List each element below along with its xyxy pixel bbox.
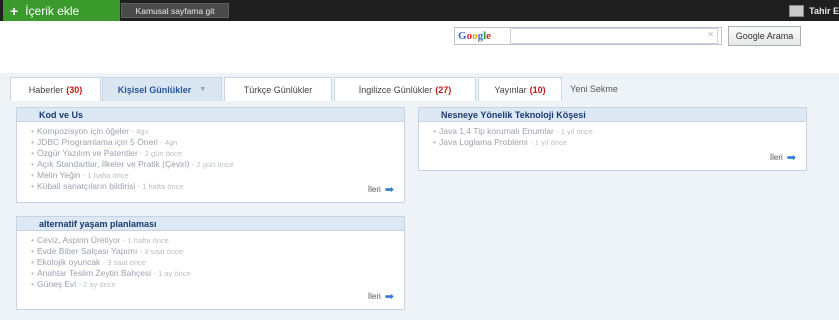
google-search-box: Google ✕ [454, 27, 722, 45]
list-item[interactable]: • Java 1.4 Tip korumalı Enumlar - 1 yıl ö… [433, 126, 806, 137]
list-item[interactable]: • Ceviz, Aspirin Üretiyor - 1 hafta önce [31, 235, 404, 246]
avatar-icon [789, 4, 805, 17]
list-item[interactable]: • Java Loglama Problemi - 1 yıl önce [433, 137, 806, 148]
feed-box-alternative-living: alternatif yaşam planlaması • Ceviz, Aspi… [16, 216, 405, 310]
list-item[interactable]: • Kübali sanatçıların bildirisi - 1 hafta… [31, 181, 404, 192]
list-item[interactable]: • Anahtar Teslim Zeytin Bahçesi - 1 ay ön… [31, 268, 404, 279]
user-name: Tahir E [809, 5, 839, 16]
tab-count: (10) [529, 84, 546, 95]
tab-new-tab[interactable]: Yeni Sekme [563, 77, 625, 101]
search-input[interactable]: ✕ [510, 28, 718, 44]
list-item[interactable]: • Açık Standartlar, İlkeler ve Pratik (Çe… [31, 159, 404, 170]
more-label: İleri [367, 292, 381, 301]
tab-label: Türkçe Günlükler [243, 84, 313, 95]
more-link[interactable]: İleri ➡ [770, 151, 796, 164]
add-content-button[interactable]: + İçerik ekle [3, 0, 120, 21]
list-item[interactable]: • Evde Biber Salçası Yapımı - 3 saat önce [31, 246, 404, 257]
tab-label: Yeni Sekme [570, 84, 618, 94]
right-arrow-icon: ➡ [384, 291, 394, 303]
tab-personal-blogs[interactable]: Kişisel Günlükler ▼ [102, 77, 222, 101]
tab-label: Haberler [28, 84, 64, 95]
list-item[interactable]: • Özgür Yazılım ve Patentler - 2 gün önce [31, 148, 404, 159]
more-label: İleri [367, 185, 381, 194]
box-title[interactable]: Kod ve Us [17, 108, 404, 122]
tab-count: (30) [66, 84, 83, 95]
list-item[interactable]: • JDBC Programlama için 5 Öneri - 4gn [31, 137, 404, 148]
more-link[interactable]: İleri ➡ [368, 290, 394, 303]
box-title[interactable]: Nesneye Yönelik Teknoloji Köşesi [419, 108, 806, 122]
more-label: İleri [769, 153, 783, 162]
right-arrow-icon: ➡ [384, 184, 394, 196]
feed-box-oop-corner: Nesneye Yönelik Teknoloji Köşesi • Java 1… [418, 107, 807, 171]
tab-publications[interactable]: Yayınlar (10) [478, 77, 562, 101]
tab-count: (27) [435, 84, 452, 95]
tab-label: Kişisel Günlükler [117, 84, 192, 95]
list-item[interactable]: • Kompozisyon için öğeler - 4gn [31, 126, 404, 137]
tab-english-blogs[interactable]: İngilizce Günlükler (27) [334, 77, 476, 101]
google-logo: Google [458, 30, 492, 42]
tab-turkish-blogs[interactable]: Türkçe Günlükler [224, 77, 332, 101]
chevron-down-icon[interactable]: ▼ [199, 86, 206, 93]
tab-news[interactable]: Haberler (30) [10, 77, 101, 101]
plus-icon: + [10, 2, 19, 19]
box-title[interactable]: alternatif yaşam planlaması [17, 217, 404, 231]
tab-label: Yayınlar [494, 84, 527, 95]
tab-bar: Haberler (30) Kişisel Günlükler ▼ Türkçe… [0, 73, 839, 102]
right-arrow-icon: ➡ [786, 152, 796, 164]
content-area: Kod ve Us • Kompozisyon için öğeler - 4gn… [0, 101, 839, 320]
feed-box-kod-ve-us: Kod ve Us • Kompozisyon için öğeler - 4gn… [16, 107, 405, 203]
list-item[interactable]: • Güneş Evi - 2 ay önce [31, 279, 404, 290]
user-menu[interactable]: Tahir E [789, 3, 839, 18]
google-search-button[interactable]: Google Arama [728, 26, 801, 46]
more-link[interactable]: İleri ➡ [368, 183, 394, 196]
list-item[interactable]: • Melin Yeğin - 1 hafta önce [31, 170, 404, 181]
add-content-label: İçerik ekle [25, 3, 80, 18]
top-bar: + İçerik ekle Kamusal sayfama git Tahir … [0, 0, 839, 21]
x-icon[interactable]: ✕ [707, 30, 714, 39]
list-item[interactable]: • Ekolojik oyuncak - 3 saat önce [31, 257, 404, 268]
public-page-button[interactable]: Kamusal sayfama git [121, 3, 229, 18]
tab-label: İngilizce Günlükler [358, 84, 433, 95]
